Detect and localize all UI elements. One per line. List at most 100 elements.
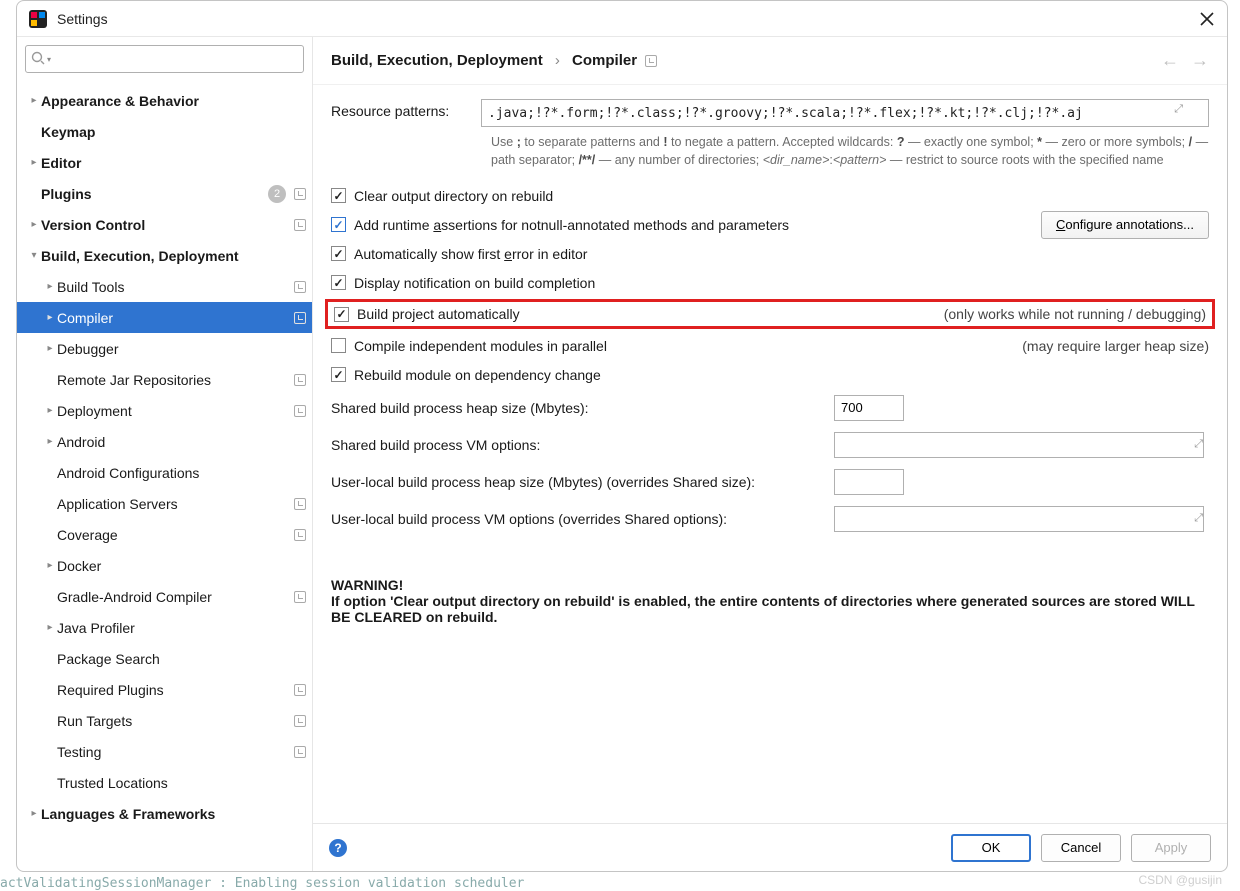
warning-block: WARNING! If option 'Clear output directo… — [331, 577, 1209, 625]
help-icon[interactable]: ? — [329, 839, 347, 857]
project-indicator-icon — [294, 715, 306, 727]
tree-item-testing[interactable]: Testing — [17, 736, 312, 767]
tree-item-debugger[interactable]: ▸Debugger — [17, 333, 312, 364]
tree-item-label: Gradle-Android Compiler — [57, 589, 290, 605]
chevron-right-icon[interactable]: ▸ — [43, 622, 57, 633]
tree-item-android-configurations[interactable]: Android Configurations — [17, 457, 312, 488]
chevron-down-icon[interactable]: ▾ — [27, 250, 41, 261]
tree-item-label: Build, Execution, Deployment — [41, 248, 306, 264]
tree-item-coverage[interactable]: Coverage — [17, 519, 312, 550]
tree-item-label: Debugger — [57, 341, 306, 357]
chevron-right-icon[interactable]: ▸ — [27, 808, 41, 819]
checkbox-label: Add runtime assertions for notnull-annot… — [354, 217, 789, 233]
rebuild-dependency-checkbox-row[interactable]: Rebuild module on dependency change — [331, 360, 1209, 389]
tree-item-gradle-android-compiler[interactable]: Gradle-Android Compiler — [17, 581, 312, 612]
tree-item-required-plugins[interactable]: Required Plugins — [17, 674, 312, 705]
clear-output-checkbox-row[interactable]: Clear output directory on rebuild — [331, 181, 1209, 210]
chevron-right-icon[interactable]: ▸ — [27, 95, 41, 106]
shared-vm-input[interactable] — [834, 432, 1204, 458]
expand-icon[interactable]: ⤢ — [1194, 438, 1203, 451]
settings-window: Settings ▾ ▸Appearance & Behavior Keymap ▸… — [16, 0, 1228, 872]
tree-item-run-targets[interactable]: Run Targets — [17, 705, 312, 736]
chevron-right-icon[interactable]: ▸ — [27, 157, 41, 168]
close-icon[interactable] — [1199, 11, 1215, 27]
search-dropdown-icon[interactable]: ▾ — [47, 55, 51, 64]
tree-item-label: Version Control — [41, 217, 290, 233]
tree-item-trusted-locations[interactable]: Trusted Locations — [17, 767, 312, 798]
tree-item-languages-frameworks[interactable]: ▸Languages & Frameworks — [17, 798, 312, 829]
checkbox-icon[interactable] — [331, 246, 346, 261]
tree-item-label: Java Profiler — [57, 620, 306, 636]
search-input[interactable] — [25, 45, 304, 73]
resource-patterns-input[interactable] — [481, 99, 1209, 127]
footer: ? OK Cancel Apply — [313, 823, 1227, 871]
breadcrumb-root[interactable]: Build, Execution, Deployment — [331, 52, 543, 69]
tree-item-version-control[interactable]: ▸Version Control — [17, 209, 312, 240]
field-label: User-local build process VM options (ove… — [331, 511, 834, 527]
chevron-right-icon[interactable]: ▸ — [43, 281, 57, 292]
chevron-right-icon[interactable]: ▸ — [43, 405, 57, 416]
tree-item-plugins[interactable]: Plugins2 — [17, 178, 312, 209]
user-vm-input[interactable] — [834, 506, 1204, 532]
expand-icon[interactable]: ⤢ — [1194, 512, 1203, 525]
tree-item-label: Package Search — [57, 651, 306, 667]
update-badge: 2 — [268, 185, 286, 203]
user-heap-input[interactable] — [834, 469, 904, 495]
checkbox-icon[interactable] — [331, 338, 346, 353]
cancel-button[interactable]: Cancel — [1041, 834, 1121, 862]
checkbox-icon[interactable] — [331, 367, 346, 382]
tree-item-application-servers[interactable]: Application Servers — [17, 488, 312, 519]
tree-item-java-profiler[interactable]: ▸Java Profiler — [17, 612, 312, 643]
tree-item-build-execution-deployment[interactable]: ▾Build, Execution, Deployment — [17, 240, 312, 271]
warning-text: If option 'Clear output directory on reb… — [331, 593, 1195, 625]
tree-item-build-tools[interactable]: ▸Build Tools — [17, 271, 312, 302]
checkbox-icon[interactable] — [331, 217, 346, 232]
tree-item-keymap[interactable]: Keymap — [17, 116, 312, 147]
checkbox-label: Clear output directory on rebuild — [354, 188, 553, 204]
compile-parallel-checkbox-row[interactable]: Compile independent modules in parallel … — [331, 331, 1209, 360]
chevron-right-icon[interactable]: ▸ — [27, 219, 41, 230]
warning-title: WARNING! — [331, 577, 403, 593]
auto-show-error-checkbox-row[interactable]: Automatically show first error in editor — [331, 239, 1209, 268]
nav-forward-icon[interactable]: → — [1191, 50, 1209, 71]
resource-patterns-label: Resource patterns: — [331, 99, 481, 119]
nav-back-icon[interactable]: ← — [1161, 50, 1179, 71]
window-body: ▾ ▸Appearance & BehaviorKeymap▸EditorPlu… — [17, 37, 1227, 871]
tree-item-label: Editor — [41, 155, 306, 171]
tree-item-android[interactable]: ▸Android — [17, 426, 312, 457]
tree-item-deployment[interactable]: ▸Deployment — [17, 395, 312, 426]
tree-item-docker[interactable]: ▸Docker — [17, 550, 312, 581]
field-label: Shared build process heap size (Mbytes): — [331, 400, 834, 416]
breadcrumb-header: Build, Execution, Deployment › Compiler … — [313, 37, 1227, 85]
tree-item-appearance-behavior[interactable]: ▸Appearance & Behavior — [17, 85, 312, 116]
checkbox-icon[interactable] — [331, 188, 346, 203]
window-title: Settings — [57, 11, 1199, 27]
tree-item-label: Run Targets — [57, 713, 290, 729]
shared-heap-row: Shared build process heap size (Mbytes): — [331, 389, 1209, 426]
tree-item-label: Keymap — [41, 124, 306, 140]
build-automatically-checkbox-row[interactable]: Build project automatically (only works … — [325, 299, 1215, 329]
chevron-right-icon[interactable]: ▸ — [43, 343, 57, 354]
configure-annotations-button[interactable]: Configure annotations... — [1041, 211, 1209, 239]
tree-item-package-search[interactable]: Package Search — [17, 643, 312, 674]
checkbox-icon[interactable] — [334, 307, 349, 322]
runtime-assertions-checkbox-row[interactable]: Add runtime assertions for notnull-annot… — [331, 210, 1209, 239]
watermark: CSDN @gusijin — [1138, 873, 1222, 887]
tree-item-remote-jar-repositories[interactable]: Remote Jar Repositories — [17, 364, 312, 395]
checkbox-icon[interactable] — [331, 275, 346, 290]
expand-icon[interactable]: ⤢ — [1174, 103, 1183, 116]
chevron-right-icon[interactable]: ▸ — [43, 312, 57, 323]
ok-button[interactable]: OK — [951, 834, 1031, 862]
chevron-right-icon[interactable]: ▸ — [43, 560, 57, 571]
shared-heap-input[interactable] — [834, 395, 904, 421]
apply-button[interactable]: Apply — [1131, 834, 1211, 862]
tree-item-compiler[interactable]: ▸Compiler — [17, 302, 312, 333]
checkbox-label: Rebuild module on dependency change — [354, 367, 601, 383]
search-icon — [31, 51, 45, 65]
tree-item-editor[interactable]: ▸Editor — [17, 147, 312, 178]
tree-item-label: Android Configurations — [57, 465, 306, 481]
tree-item-label: Trusted Locations — [57, 775, 306, 791]
breadcrumb-sep: › — [555, 52, 560, 69]
display-notification-checkbox-row[interactable]: Display notification on build completion — [331, 268, 1209, 297]
chevron-right-icon[interactable]: ▸ — [43, 436, 57, 447]
